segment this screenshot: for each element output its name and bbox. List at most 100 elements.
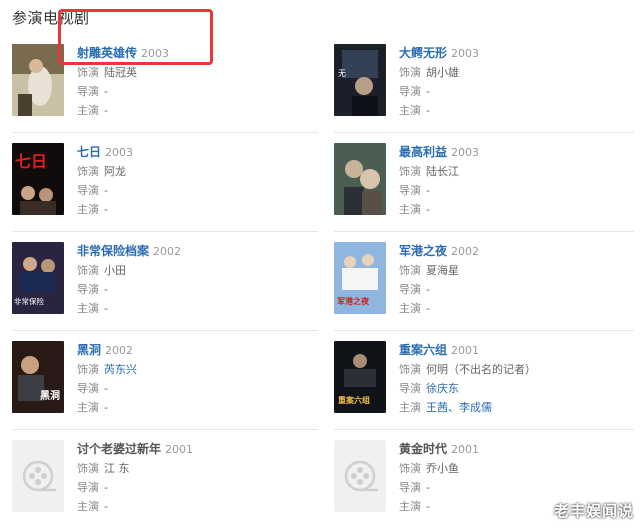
drama-info: 军港之夜 2002 饰演 夏海星 导演 - 主演 -: [399, 242, 639, 318]
drama-info: 最高利益 2003 饰演 陆长江 导演 - 主演 -: [399, 143, 639, 219]
lead-label: 主演: [399, 104, 421, 117]
drama-poster[interactable]: 黑洞: [12, 341, 64, 413]
drama-info: 讨个老婆过新年 2001 饰演江 东导演 - 主演 -: [77, 440, 317, 516]
lead-value: -: [104, 500, 108, 513]
director-label: 导演: [77, 85, 99, 98]
director-row: 导演 -: [399, 280, 639, 299]
row-divider: [334, 429, 634, 430]
drama-title[interactable]: 军港之夜: [399, 244, 447, 258]
lead-value: -: [104, 104, 108, 117]
lead-label: 主演: [399, 500, 421, 513]
director-value[interactable]: 徐庆东: [426, 382, 459, 395]
lead-row: 主演 -: [77, 101, 317, 120]
lead-label: 主演: [77, 104, 99, 117]
lead-row: 主演 -: [399, 101, 639, 120]
drama-poster[interactable]: 重案六组: [334, 341, 386, 413]
drama-poster[interactable]: 七日: [12, 143, 64, 215]
director-row: 导演 -: [77, 82, 317, 101]
director-row: 导演 -: [77, 181, 317, 200]
director-value: -: [104, 184, 108, 197]
drama-poster[interactable]: 军港之夜: [334, 242, 386, 314]
drama-poster[interactable]: 非常保险: [12, 242, 64, 314]
drama-item: 军港之夜 军港之夜 2002 饰演 夏海星 导演 - 主演 -: [334, 238, 640, 330]
drama-title[interactable]: 非常保险档案: [77, 244, 149, 258]
role-row: 饰演 陆长江: [399, 162, 639, 181]
svg-text:重案六组: 重案六组: [338, 395, 370, 405]
director-label: 导演: [399, 283, 421, 296]
role-label: 饰演: [399, 264, 421, 277]
role-label: 饰演: [399, 363, 421, 376]
lead-value: -: [104, 401, 108, 414]
role-value: 陆冠英: [104, 66, 137, 79]
lead-value: -: [426, 104, 430, 117]
role-value: 陆长江: [426, 165, 459, 178]
lead-label: 主演: [77, 500, 99, 513]
row-divider: [12, 429, 318, 430]
drama-year: 2003: [105, 146, 134, 159]
drama-info: 重案六组 2001 饰演 何明（不出名的记者） 导演 徐庆东主演 王茜、李成儒: [399, 341, 639, 417]
role-label: 饰演: [399, 66, 421, 79]
drama-title: 讨个老婆过新年: [77, 442, 162, 456]
director-value: -: [426, 184, 430, 197]
drama-title[interactable]: 七日: [77, 145, 101, 159]
title-row: 黑洞 2002: [77, 341, 317, 360]
drama-title[interactable]: 最高利益: [399, 145, 447, 159]
role-row: 饰演 何明（不出名的记者）: [399, 360, 639, 379]
role-label: 饰演: [77, 363, 99, 376]
drama-year: 2001: [451, 344, 480, 357]
drama-item: 七日 七日 2003 饰演 阿龙 导演 - 主演 -: [12, 139, 322, 231]
drama-poster[interactable]: [12, 44, 64, 116]
director-value: -: [104, 382, 108, 395]
drama-title: 黄金时代: [399, 442, 448, 456]
drama-year: 2003: [451, 146, 480, 159]
drama-title[interactable]: 大鳄无形: [399, 46, 447, 60]
director-value: -: [104, 85, 108, 98]
svg-text:黑洞: 黑洞: [40, 389, 60, 402]
lead-value: -: [104, 203, 108, 216]
drama-title[interactable]: 重案六组: [399, 343, 447, 357]
drama-item: 无大鳄无形 2003 饰演 胡小雄 导演 - 主演 -: [334, 40, 640, 132]
role-label: 饰演: [399, 165, 421, 178]
role-row: 饰演 陆冠英: [77, 63, 317, 82]
director-label: 导演: [77, 283, 99, 296]
role-value: 乔小鱼: [426, 462, 459, 475]
director-value: -: [426, 481, 430, 494]
director-label: 导演: [399, 382, 421, 395]
lead-value[interactable]: 王茜、李成儒: [426, 401, 492, 414]
director-value: -: [426, 283, 430, 296]
drama-year: 2003: [451, 47, 480, 60]
role-value[interactable]: 芮东兴: [104, 363, 137, 376]
drama-item: 讨个老婆过新年 2001 饰演江 东导演 - 主演 -: [12, 436, 322, 528]
svg-text:无: 无: [338, 69, 346, 78]
title-row: 重案六组 2001: [399, 341, 639, 360]
title-row: 七日 2003: [77, 143, 317, 162]
lead-row: 主演 王茜、李成儒: [399, 398, 639, 417]
drama-year: 2002: [451, 245, 480, 258]
title-row: 大鳄无形 2003: [399, 44, 639, 63]
title-row: 军港之夜 2002: [399, 242, 639, 261]
row-divider: [334, 231, 634, 232]
highlight-annotation-box: [58, 9, 213, 65]
drama-poster[interactable]: 无: [334, 44, 386, 116]
lead-row: 主演 -: [399, 200, 639, 219]
role-label: 饰演: [77, 165, 99, 178]
title-row: 黄金时代 2001: [399, 440, 639, 459]
row-divider: [334, 132, 634, 133]
drama-title[interactable]: 黑洞: [77, 343, 101, 357]
role-label: 饰演: [399, 462, 421, 475]
role-label: 饰演: [77, 66, 99, 79]
drama-year: 2002: [153, 245, 182, 258]
drama-poster[interactable]: [334, 143, 386, 215]
role-row: 饰演 阿龙: [77, 162, 317, 181]
director-row: 导演 -: [399, 181, 639, 200]
director-label: 导演: [77, 481, 99, 494]
lead-label: 主演: [77, 401, 99, 414]
drama-info: 七日 2003 饰演 阿龙 导演 - 主演 -: [77, 143, 317, 219]
drama-year: 2001: [165, 443, 194, 456]
role-value: 小田: [104, 264, 126, 277]
director-row: 导演 -: [77, 280, 317, 299]
row-divider: [334, 330, 634, 331]
director-label: 导演: [399, 481, 421, 494]
row-divider: [12, 330, 318, 331]
row-divider: [12, 231, 318, 232]
